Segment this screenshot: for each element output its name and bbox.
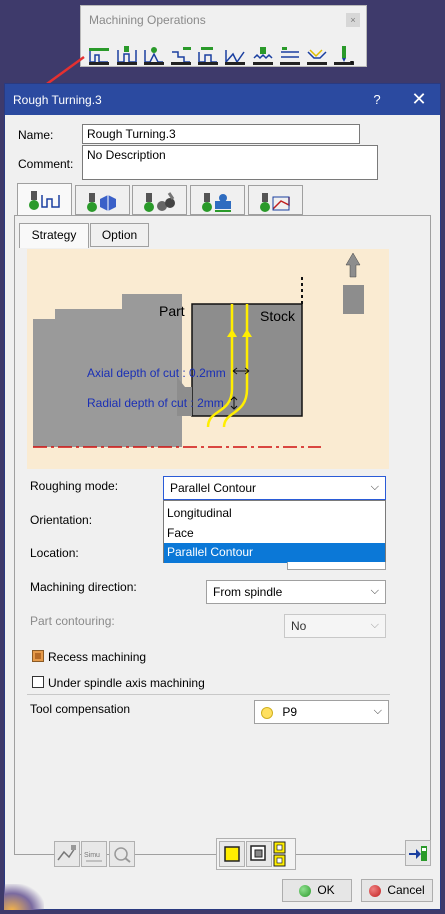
chevron-down-icon: ⌵ bbox=[370, 481, 379, 493]
feeds-speeds-tab-icon bbox=[202, 193, 231, 212]
rough-turning-dialog: Rough Turning.3 ? ✕ Name: Rough Turning.… bbox=[4, 83, 441, 910]
cancel-label: Cancel bbox=[387, 883, 425, 897]
profile-finish-icon[interactable] bbox=[169, 44, 193, 66]
name-label: Name: bbox=[18, 128, 54, 142]
part-contouring-label: Part contouring: bbox=[30, 614, 115, 628]
tool-path-replay-icon bbox=[57, 845, 76, 861]
tool-direction-arrow bbox=[345, 252, 361, 278]
tool-path-replay-button[interactable] bbox=[54, 841, 80, 867]
tab-strategy[interactable]: Strategy bbox=[19, 223, 89, 248]
cancel-icon bbox=[369, 884, 382, 897]
yellow-square-button[interactable] bbox=[219, 841, 245, 867]
tool-compensation-value: P9 bbox=[282, 705, 298, 719]
strategy-parameters-tab[interactable] bbox=[17, 183, 72, 216]
display-options-icon bbox=[273, 841, 286, 867]
dialog-title: Rough Turning.3 bbox=[13, 93, 102, 107]
roughing-mode-label: Roughing mode: bbox=[30, 479, 119, 493]
option-parallel-contour[interactable]: Parallel Contour bbox=[164, 543, 385, 563]
chevron-down-icon: ⌵ bbox=[370, 619, 379, 631]
corner-glow bbox=[4, 884, 44, 910]
comment-label: Comment: bbox=[18, 157, 74, 171]
comment-field[interactable]: No Description bbox=[82, 145, 378, 180]
tool-block bbox=[343, 285, 364, 314]
radial-depth-label: Radial depth of cut : 2mm bbox=[87, 396, 224, 410]
machining-operations-toolbar: Machining Operations × bbox=[80, 5, 367, 67]
geometry-tab-icon bbox=[87, 193, 116, 212]
chevron-down-icon: ⌵ bbox=[373, 705, 382, 717]
ok-button[interactable]: OK bbox=[282, 879, 352, 902]
export-button[interactable] bbox=[405, 840, 431, 866]
machining-direction-label: Machining direction: bbox=[30, 580, 137, 594]
tab-option[interactable]: Option bbox=[90, 223, 149, 247]
analyze-icon bbox=[114, 847, 131, 863]
preview-button[interactable] bbox=[246, 841, 272, 867]
toolbar-close-button[interactable]: × bbox=[346, 13, 360, 27]
analyze-button[interactable] bbox=[109, 841, 135, 867]
location-select-edge[interactable] bbox=[287, 562, 386, 570]
preview-icon bbox=[250, 845, 266, 861]
roughing-mode-select[interactable]: Parallel Contour ⌵ bbox=[163, 476, 386, 500]
recess-machining-checkbox[interactable] bbox=[32, 650, 44, 662]
tool-compensation-label: Tool compensation bbox=[30, 702, 131, 716]
geometry-tab[interactable] bbox=[75, 185, 130, 215]
thread-turning-icon[interactable] bbox=[251, 44, 275, 66]
recess-turning-icon[interactable] bbox=[142, 44, 166, 66]
dialog-title-bar[interactable]: Rough Turning.3 ? ✕ bbox=[5, 84, 440, 115]
tool-tab[interactable] bbox=[132, 185, 187, 215]
part-label: Part bbox=[159, 303, 185, 319]
groove-turning-icon[interactable] bbox=[115, 44, 139, 66]
cancel-button[interactable]: Cancel bbox=[361, 879, 433, 902]
help-button[interactable]: ? bbox=[367, 90, 387, 110]
chevron-down-icon: ⌵ bbox=[370, 585, 379, 597]
macros-tab[interactable] bbox=[248, 185, 303, 215]
toolbar-title: Machining Operations bbox=[89, 13, 206, 27]
separator bbox=[27, 694, 390, 695]
option-face[interactable]: Face bbox=[164, 524, 385, 544]
strategy-diagram: Part Stock Axial depth of cut : 0.2mm Ra… bbox=[27, 249, 389, 469]
part-contouring-select[interactable]: No ⌵ bbox=[284, 614, 386, 638]
tool-compensation-select[interactable]: P9 ⌵ bbox=[254, 700, 389, 724]
ok-icon bbox=[299, 884, 312, 897]
stock-label: Stock bbox=[260, 308, 296, 324]
turning-drill-icon[interactable] bbox=[332, 44, 356, 66]
ok-label: OK bbox=[317, 883, 335, 897]
ramp-recess-icon[interactable] bbox=[305, 44, 329, 66]
svg-text:Simu: Simu bbox=[84, 852, 100, 859]
sequential-turning-icon[interactable] bbox=[278, 44, 302, 66]
rough-turning-icon[interactable] bbox=[87, 44, 111, 66]
strategy-tab-icon bbox=[29, 191, 60, 210]
roughing-mode-value: Parallel Contour bbox=[170, 481, 257, 495]
recess-machining-label: Recess machining bbox=[48, 650, 147, 664]
under-spindle-label: Under spindle axis machining bbox=[48, 676, 205, 690]
axial-depth-label: Axial depth of cut : 0.2mm bbox=[87, 366, 226, 380]
roughing-mode-dropdown: Longitudinal Face Parallel Contour bbox=[163, 500, 386, 563]
under-spindle-checkbox[interactable] bbox=[32, 676, 44, 688]
yellow-square-icon bbox=[224, 846, 240, 862]
simulation-button[interactable]: Simu bbox=[81, 841, 107, 867]
feeds-speeds-tab[interactable] bbox=[190, 185, 245, 215]
machining-direction-select[interactable]: From spindle ⌵ bbox=[206, 580, 386, 604]
location-label: Location: bbox=[30, 546, 79, 560]
ramp-rough-icon[interactable] bbox=[223, 44, 247, 66]
tool-point-icon bbox=[261, 706, 273, 719]
simulation-icon: Simu bbox=[84, 852, 102, 862]
display-options-button[interactable] bbox=[273, 841, 287, 867]
tool-tab-icon bbox=[144, 192, 175, 212]
export-icon bbox=[409, 846, 427, 861]
machining-direction-value: From spindle bbox=[213, 585, 283, 599]
macros-tab-icon bbox=[260, 193, 290, 212]
close-button[interactable]: ✕ bbox=[408, 88, 430, 110]
orientation-label: Orientation: bbox=[30, 513, 93, 527]
option-longitudinal[interactable]: Longitudinal bbox=[164, 504, 385, 524]
groove-finish-icon[interactable] bbox=[196, 44, 220, 66]
name-field[interactable]: Rough Turning.3 bbox=[82, 124, 360, 144]
part-contouring-value: No bbox=[291, 619, 307, 633]
